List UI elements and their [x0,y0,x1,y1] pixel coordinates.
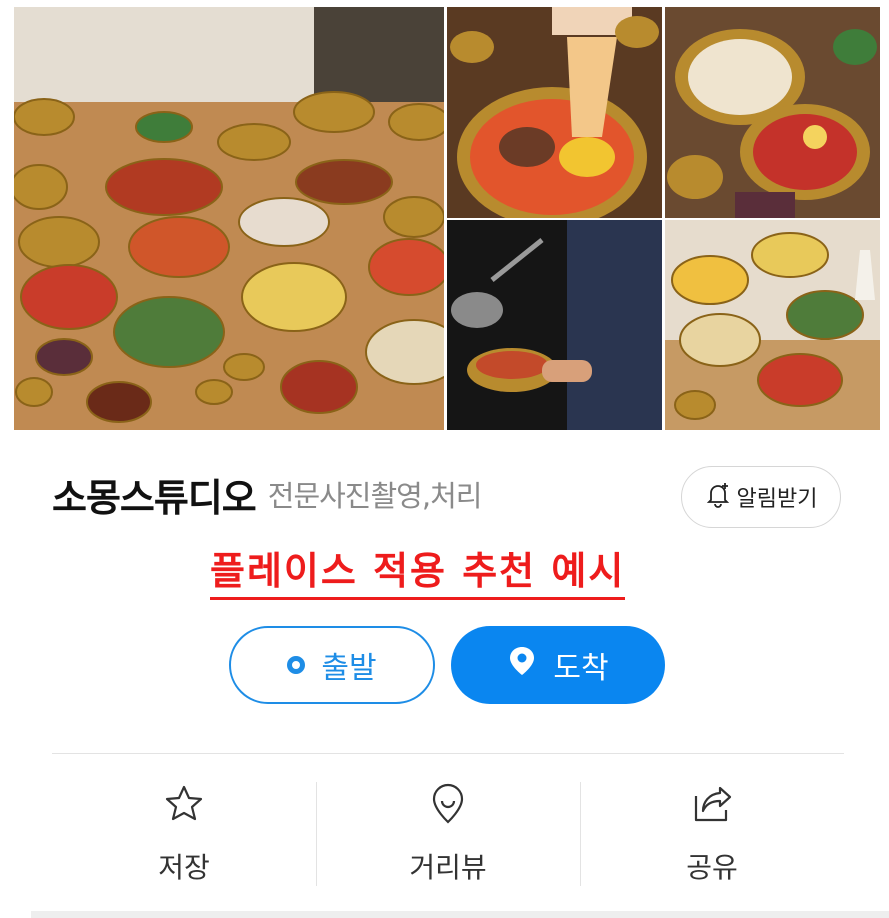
save-button[interactable]: 저장 [52,782,316,886]
share-icon [690,782,734,830]
star-icon [162,782,206,830]
promo-banner-text: 플레이스 적용 추천 예시 [210,540,626,600]
notify-button[interactable]: 알림받기 [681,466,841,528]
photo-brass-bowls[interactable] [665,220,880,430]
photo-noodle-lift[interactable] [447,7,662,218]
photo-chef-pouring-broth[interactable] [447,220,662,430]
street-view-label: 거리뷰 [409,851,487,884]
save-label: 저장 [158,851,210,884]
photo-gallery[interactable] [14,7,880,430]
bottom-separator [31,911,889,918]
depart-button[interactable]: 출발 [229,626,435,704]
place-category: 전문사진촬영,처리 [267,479,483,513]
action-bar: 저장 거리뷰 공유 [52,782,844,886]
share-label: 공유 [686,851,738,884]
place-name: 소몽스튜디오 [52,475,257,520]
share-button[interactable]: 공유 [580,782,844,886]
depart-label: 출발 [321,651,377,686]
section-divider [52,753,844,754]
notify-label: 알림받기 [736,487,818,512]
arrive-label: 도착 [553,651,609,686]
photo-main-table-spread[interactable] [14,7,444,430]
location-pin-icon [507,645,537,685]
photo-dumplings-naengmyeon[interactable] [665,7,880,218]
bell-plus-icon [705,482,731,512]
street-view-button[interactable]: 거리뷰 [316,782,580,886]
title-row: 소몽스튜디오 전문사진촬영,처리 [52,466,483,522]
arrive-button[interactable]: 도착 [451,626,665,704]
origin-dot-icon [287,656,306,674]
map-pin-icon [426,782,470,830]
